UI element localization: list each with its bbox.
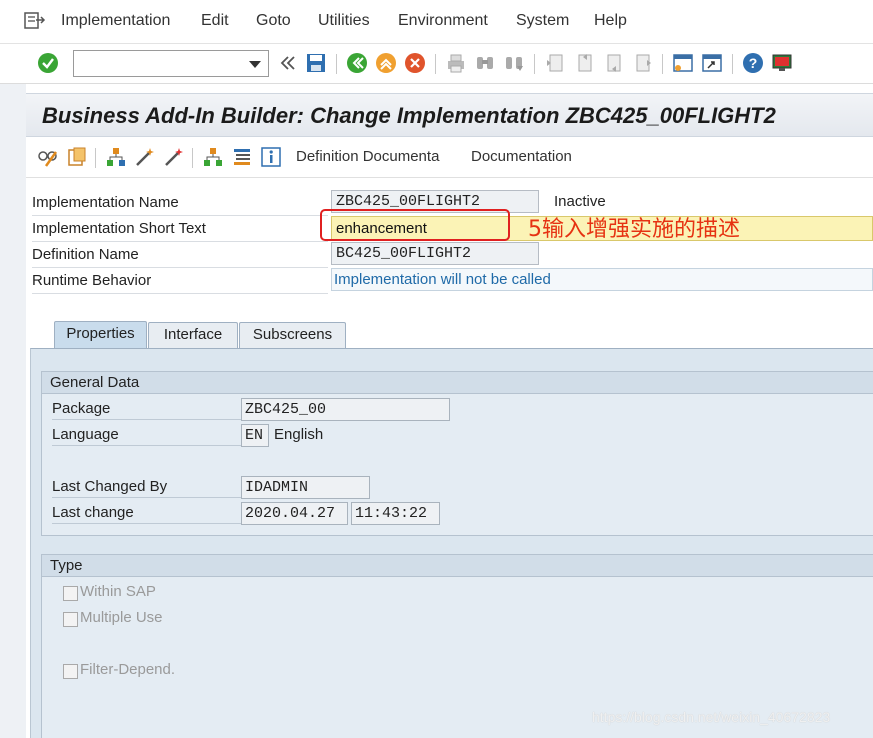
runtime-row: Runtime Behavior Implementation will not…: [26, 268, 873, 294]
runtime-field: Implementation will not be called: [331, 268, 873, 291]
find-icon[interactable]: [474, 52, 496, 74]
first-page-icon[interactable]: [544, 52, 566, 74]
definition-name-label: Definition Name: [32, 246, 328, 268]
last-change-date-field: 2020.04.27: [241, 502, 348, 525]
tab-interface[interactable]: Interface: [148, 322, 238, 348]
impl-name-label: Implementation Name: [32, 194, 328, 216]
language-code-field: EN: [241, 424, 269, 447]
watermark: https://blog.csdn.net/weixin_40672823: [592, 709, 831, 725]
menu-help[interactable]: Help: [594, 12, 627, 30]
activate-icon[interactable]: [134, 146, 156, 168]
menu-bar: Implementation Edit Goto Utilities Envir…: [0, 0, 873, 44]
runtime-label: Runtime Behavior: [32, 272, 328, 294]
general-data-group: General Data Package ZBC425_00 Language …: [41, 371, 873, 536]
changed-by-field: IDADMIN: [241, 476, 370, 499]
command-field[interactable]: [73, 50, 269, 77]
command-input[interactable]: [74, 51, 244, 76]
menu-utilities[interactable]: Utilities: [318, 12, 370, 30]
filter-depend-checkbox[interactable]: [63, 664, 78, 679]
back-icon[interactable]: [346, 52, 368, 74]
within-sap-checkbox[interactable]: [63, 586, 78, 601]
menu-edit[interactable]: Edit: [201, 12, 229, 30]
next-page-icon[interactable]: [602, 52, 624, 74]
chevron-down-icon[interactable]: [249, 61, 261, 68]
menu-implementation[interactable]: Implementation: [61, 12, 170, 30]
within-sap-label: Within SAP: [80, 583, 156, 600]
application-toolbar: Definition Documenta Documentation: [26, 138, 873, 178]
deactivate-icon[interactable]: [163, 146, 185, 168]
last-page-icon[interactable]: [631, 52, 653, 74]
highlight-box: [320, 209, 510, 241]
multiple-use-checkbox[interactable]: [63, 612, 78, 627]
save-icon[interactable]: [305, 52, 327, 74]
tab-interface-label: Interface: [163, 326, 223, 343]
short-text-row: Implementation Short Text enhancement 5输…: [26, 209, 873, 242]
layout-icon[interactable]: [771, 52, 793, 74]
type-title: Type: [50, 557, 83, 574]
menu-goto[interactable]: Goto: [256, 12, 291, 30]
documentation-button[interactable]: Documentation: [471, 148, 572, 165]
short-text-label: Implementation Short Text: [32, 220, 328, 242]
tab-properties[interactable]: Properties: [54, 321, 147, 349]
package-field: ZBC425_00: [241, 398, 450, 421]
last-change-time-field: 11:43:22: [351, 502, 440, 525]
definition-name-row: Definition Name BC425_00FLIGHT2: [26, 242, 873, 268]
new-session-icon[interactable]: [672, 52, 694, 74]
tab-container: Properties Interface Subscreens General …: [30, 321, 873, 738]
menu-icon[interactable]: [24, 11, 46, 31]
header-fields: Implementation Name ZBC425_00FLIGHT2 Ina…: [26, 180, 873, 296]
last-change-label: Last change: [52, 502, 244, 524]
tab-subscreens[interactable]: Subscreens: [239, 322, 346, 348]
print-icon[interactable]: [445, 52, 467, 74]
page-title: Business Add-In Builder: Change Implemen…: [42, 103, 776, 128]
double-left-icon[interactable]: [277, 52, 299, 74]
help-icon[interactable]: ?: [742, 52, 764, 74]
menu-system[interactable]: System: [516, 12, 569, 30]
check-icon[interactable]: [105, 146, 127, 168]
multiple-use-label: Multiple Use: [80, 609, 163, 626]
hierarchy-icon[interactable]: [202, 146, 224, 168]
title-bar: Business Add-In Builder: Change Implemen…: [26, 93, 873, 137]
package-label: Package: [52, 398, 244, 420]
standard-toolbar: ?: [0, 44, 873, 84]
language-name: English: [274, 426, 324, 443]
left-strip: [0, 84, 26, 738]
status-text: Inactive: [554, 193, 606, 210]
info-icon[interactable]: [260, 146, 282, 168]
language-label: Language: [52, 424, 244, 446]
find-next-icon[interactable]: [503, 52, 525, 74]
definition-documentation-button[interactable]: Definition Documenta: [296, 148, 439, 165]
runtime-value: Implementation will not be called: [334, 271, 551, 288]
annotation-text: 5输入增强实施的描述: [528, 217, 740, 242]
enter-icon[interactable]: [37, 52, 59, 74]
other-object-icon[interactable]: [66, 146, 88, 168]
tab-properties-label: Properties: [66, 325, 135, 342]
general-data-title: General Data: [50, 374, 140, 391]
prev-page-icon[interactable]: [573, 52, 595, 74]
exit-icon[interactable]: [375, 52, 397, 74]
tab-subscreens-label: Subscreens: [252, 326, 333, 343]
properties-panel: General Data Package ZBC425_00 Language …: [30, 348, 873, 738]
general-data-header: General Data: [42, 372, 873, 394]
type-header: Type: [42, 555, 873, 577]
shortcut-icon[interactable]: [701, 52, 723, 74]
svg-text:?: ?: [749, 55, 758, 71]
cancel-icon[interactable]: [404, 52, 426, 74]
changed-by-label: Last Changed By: [52, 476, 244, 498]
definition-name-field: BC425_00FLIGHT2: [331, 242, 539, 265]
display-change-icon[interactable]: [37, 146, 59, 168]
menu-environment[interactable]: Environment: [398, 12, 488, 30]
filter-depend-label: Filter-Depend.: [80, 661, 176, 678]
list-icon[interactable]: [231, 146, 253, 168]
